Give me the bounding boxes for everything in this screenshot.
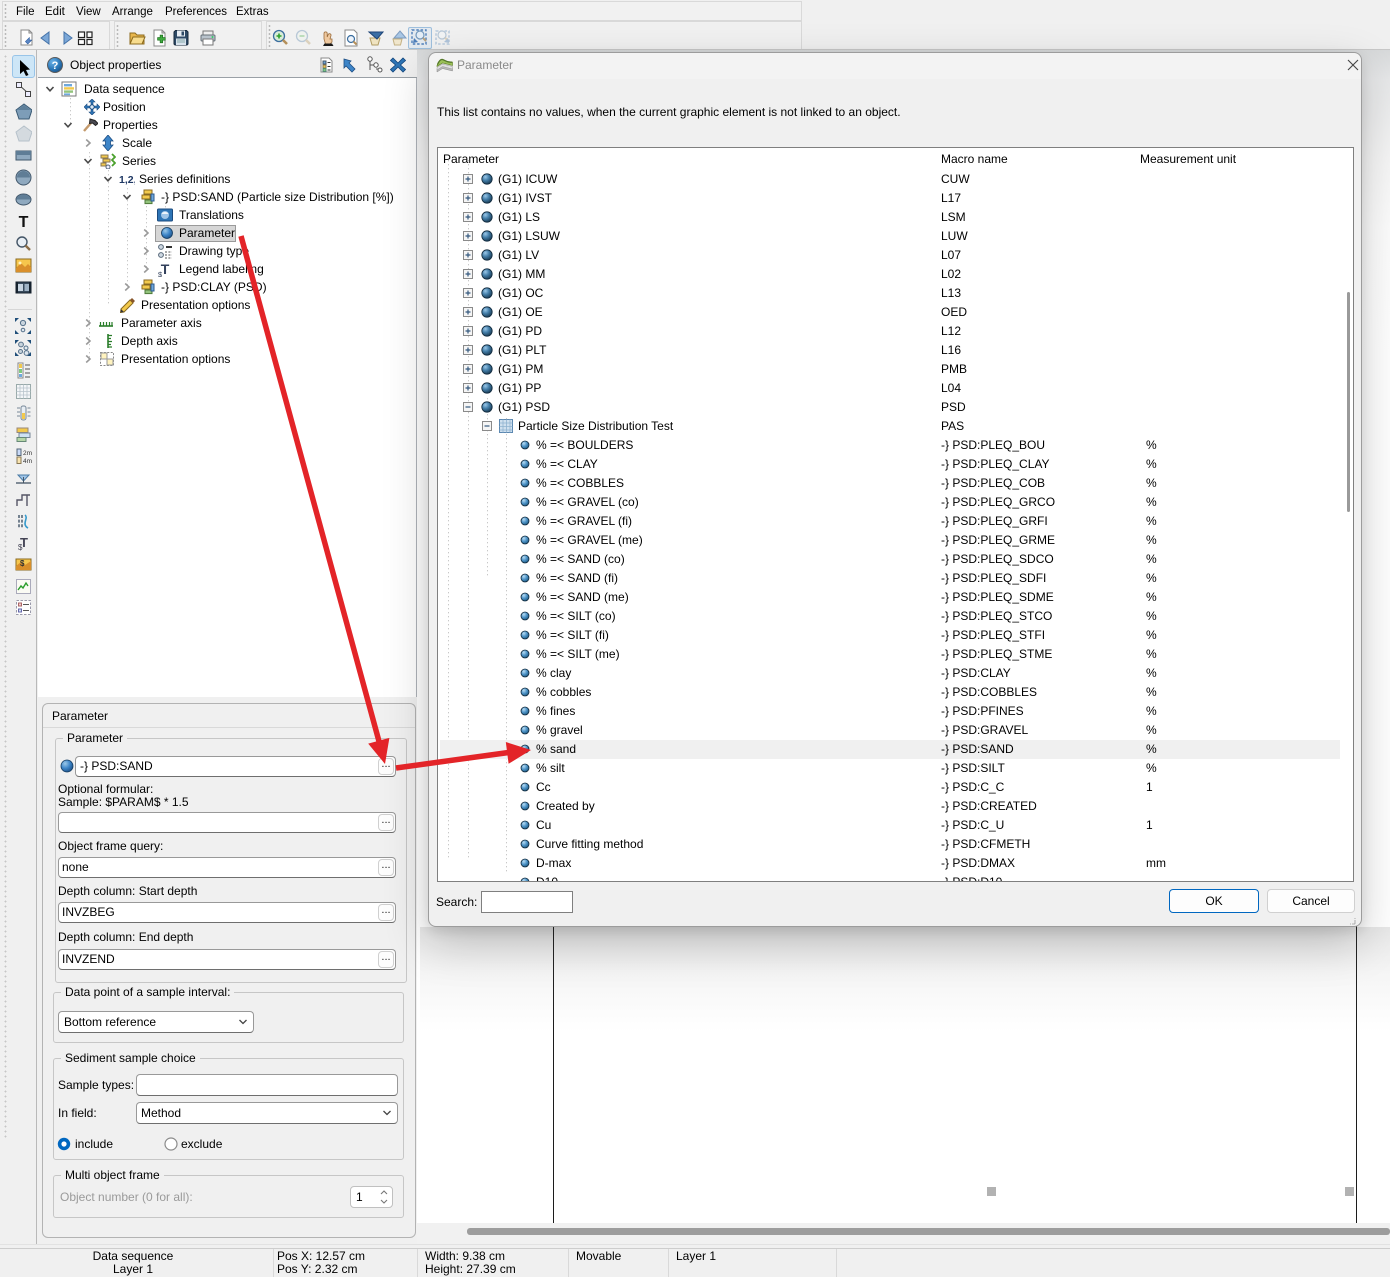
svg-text:4m: 4m — [23, 458, 32, 465]
svg-text:?: ? — [52, 60, 59, 72]
svg-text:T: T — [19, 214, 29, 230]
svg-text:$: $ — [18, 543, 23, 551]
svg-text:$: $ — [20, 559, 25, 568]
svg-text:2m: 2m — [23, 450, 32, 457]
svg-text:1,2,: 1,2, — [119, 174, 135, 186]
